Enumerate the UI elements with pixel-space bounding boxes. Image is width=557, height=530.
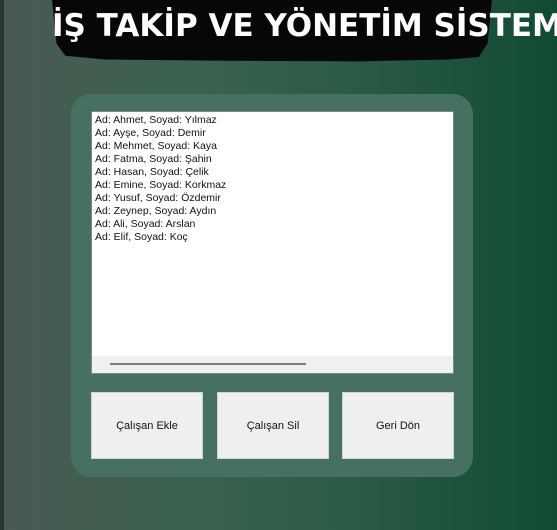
page-title: İŞ TAKİP VE YÖNETİM SİSTEMİ: [52, 8, 557, 44]
employee-list: Ad: Ahmet, Soyad: Yılmaz Ad: Ayşe, Soyad…: [95, 114, 453, 244]
back-button[interactable]: Geri Dön: [342, 392, 454, 459]
list-item[interactable]: Ad: Fatma, Soyad: Şahin: [95, 153, 453, 166]
list-item[interactable]: Ad: Mehmet, Soyad: Kaya: [95, 140, 453, 153]
add-employee-button[interactable]: Çalışan Ekle: [91, 392, 203, 459]
list-item[interactable]: Ad: Hasan, Soyad: Çelik: [95, 166, 453, 179]
list-item[interactable]: Ad: Ahmet, Soyad: Yılmaz: [95, 114, 453, 127]
scrollbar-thumb[interactable]: [110, 363, 306, 365]
list-item[interactable]: Ad: Ali, Soyad: Arslan: [95, 218, 453, 231]
list-item[interactable]: Ad: Zeynep, Soyad: Aydın: [95, 205, 453, 218]
window-edge: [0, 0, 4, 530]
list-item[interactable]: Ad: Ayşe, Soyad: Demir: [95, 127, 453, 140]
list-item[interactable]: Ad: Yusuf, Soyad: Özdemir: [95, 192, 453, 205]
list-item[interactable]: Ad: Emine, Soyad: Korkmaz: [95, 179, 453, 192]
horizontal-scrollbar[interactable]: [92, 356, 453, 373]
employee-listbox[interactable]: Ad: Ahmet, Soyad: Yılmaz Ad: Ayşe, Soyad…: [91, 111, 454, 374]
delete-employee-button[interactable]: Çalışan Sil: [217, 392, 329, 459]
list-item[interactable]: Ad: Elif, Soyad: Koç: [95, 231, 453, 244]
